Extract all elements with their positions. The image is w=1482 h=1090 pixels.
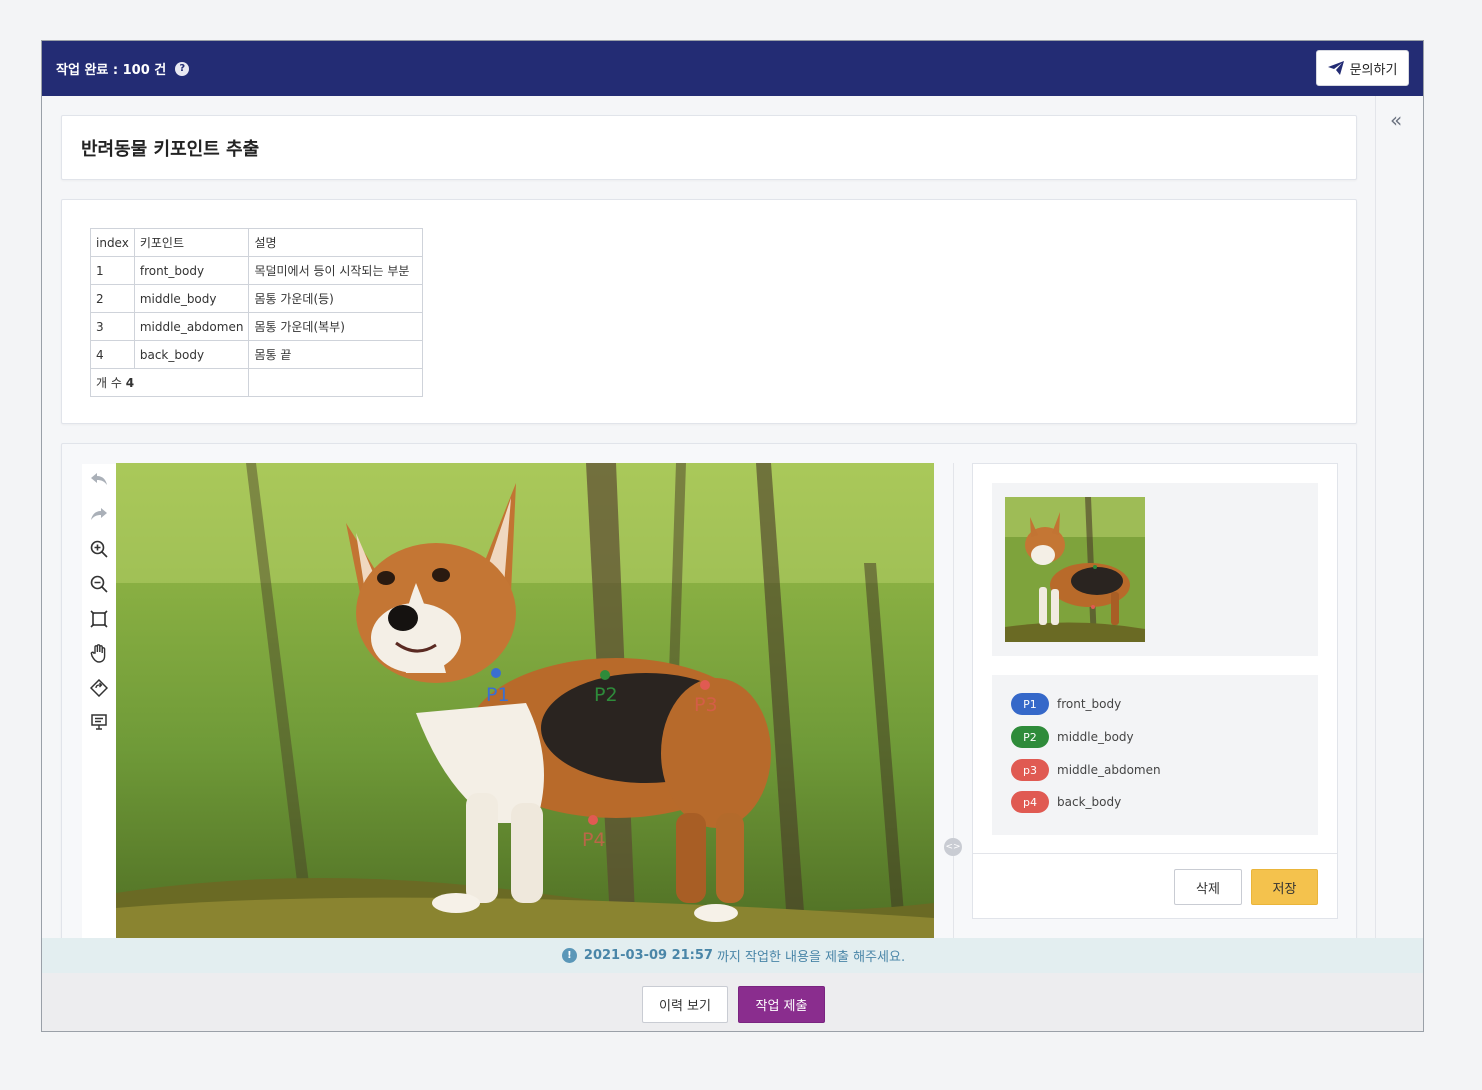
table-count-row: 개 수 4: [89, 368, 424, 397]
reset-rotate-icon[interactable]: [89, 678, 109, 698]
legend-label: back_body: [1057, 795, 1122, 809]
right-rail: «: [1375, 96, 1423, 1031]
inquiry-label: 문의하기: [1349, 62, 1398, 78]
save-button[interactable]: 저장: [1251, 869, 1318, 905]
annotation-canvas[interactable]: P1 P2 P3 P4: [116, 463, 934, 939]
page-title: 반려동물 키포인트 추출: [81, 138, 260, 160]
table-row: 4 back_body 몸통 끝: [90, 340, 424, 369]
thumbnail-area: [992, 483, 1318, 656]
keypoint-legend: P1 front_body P2 middle_body p3 middle_a…: [992, 675, 1318, 835]
view-history-button[interactable]: 이력 보기: [642, 986, 728, 1023]
main-area: 반려동물 키포인트 추출 index 키포인트 설명 1 front_body …: [42, 96, 1376, 1031]
image-thumbnail[interactable]: [1005, 497, 1145, 642]
panel-divider: [953, 463, 954, 939]
canvas-point-label: P4: [582, 829, 606, 851]
dog-photo: P1 P2 P3 P4: [116, 463, 934, 939]
fit-screen-icon[interactable]: [89, 609, 109, 629]
column-header: 키포인트: [133, 228, 250, 257]
legend-item-back-body[interactable]: p4 back_body: [1011, 791, 1121, 813]
table-cell: back_body: [133, 340, 250, 369]
table-row: 2 middle_body 몸통 가운데(등): [90, 284, 424, 313]
count-cell: 개 수 4: [89, 368, 250, 397]
count-label: 개 수: [96, 376, 122, 390]
table-cell: 3: [90, 312, 135, 341]
footer-bar: 이력 보기 작업 제출: [42, 973, 1423, 1031]
inquiry-button[interactable]: 문의하기: [1316, 50, 1409, 86]
legend-item-middle-body[interactable]: P2 middle_body: [1011, 726, 1134, 748]
keypoint-table-card: index 키포인트 설명 1 front_body 목덜미에서 등이 시작되는…: [61, 199, 1357, 424]
table-cell: middle_body: [133, 284, 250, 313]
info-icon: !: [561, 948, 577, 963]
deadline-message: 까지 작업한 내용을 제출 해주세요.: [716, 950, 906, 965]
keypoint-badge: P2: [1011, 726, 1049, 748]
count-value: 4: [125, 376, 135, 390]
legend-label: front_body: [1057, 697, 1122, 711]
deadline-date: 2021-03-09 21:57: [583, 948, 713, 963]
legend-label: middle_abdomen: [1057, 763, 1161, 777]
table-cell: 2: [90, 284, 135, 313]
table-cell: middle_abdomen: [133, 312, 250, 341]
collapse-panel-icon[interactable]: «: [1390, 110, 1402, 130]
canvas-point-label: P2: [594, 684, 618, 706]
redo-icon[interactable]: [89, 504, 109, 524]
canvas-point-label: P3: [694, 694, 718, 716]
legend-label: middle_body: [1057, 730, 1134, 744]
undo-icon[interactable]: [89, 469, 109, 489]
presentation-icon[interactable]: [89, 712, 109, 732]
top-bar: 작업 완료 : 100 건 ? 문의하기: [42, 41, 1423, 96]
table-cell: front_body: [133, 256, 250, 285]
legend-item-middle-abdomen[interactable]: p3 middle_abdomen: [1011, 759, 1161, 781]
column-header: index: [90, 228, 135, 257]
legend-item-front-body[interactable]: P1 front_body: [1011, 693, 1121, 715]
table-header-row: index 키포인트 설명: [90, 228, 424, 257]
zoom-in-icon[interactable]: [89, 539, 109, 559]
app-window: 작업 완료 : 100 건 ? 문의하기 반려동물 키포인트 추출 index …: [41, 40, 1424, 1032]
zoom-out-icon[interactable]: [89, 574, 109, 594]
table-row: 3 middle_abdomen 몸통 가운데(복부): [90, 312, 424, 341]
resize-handle-icon[interactable]: <>: [944, 838, 962, 856]
send-icon: [1327, 61, 1344, 75]
keypoint-badge: p4: [1011, 791, 1049, 813]
deadline-notice: ! 2021-03-09 21:57 까지 작업한 내용을 제출 해주세요.: [42, 938, 1423, 973]
canvas-point-label: P1: [486, 684, 510, 706]
table-cell: 1: [90, 256, 135, 285]
annotation-toolbar: [82, 464, 116, 939]
table-row: 1 front_body 목덜미에서 등이 시작되는 부분: [90, 256, 424, 285]
table-cell: 몸통 가운데(복부): [248, 312, 424, 341]
delete-button[interactable]: 삭제: [1174, 869, 1242, 905]
panel-separator: [973, 853, 1337, 854]
submit-work-button[interactable]: 작업 제출: [738, 986, 825, 1023]
table-cell: 몸통 끝: [248, 340, 424, 369]
keypoint-side-panel: P1 front_body P2 middle_body p3 middle_a…: [972, 463, 1338, 919]
keypoint-table: index 키포인트 설명 1 front_body 목덜미에서 등이 시작되는…: [89, 228, 424, 397]
table-cell: 4: [90, 340, 135, 369]
title-card: 반려동물 키포인트 추출: [61, 115, 1357, 180]
completed-count: 작업 완료 : 100 건: [56, 63, 167, 78]
table-cell: 몸통 가운데(등): [248, 284, 424, 313]
table-cell: 목덜미에서 등이 시작되는 부분: [248, 256, 424, 285]
table-cell: [248, 368, 424, 397]
pan-hand-icon[interactable]: [89, 644, 109, 664]
column-header: 설명: [248, 228, 424, 257]
help-icon[interactable]: ?: [175, 61, 190, 76]
keypoint-badge: P1: [1011, 693, 1049, 715]
keypoint-badge: p3: [1011, 759, 1049, 781]
annotation-workspace: P1 P2 P3 P4 <> P1 front_body P2 middle_b…: [61, 443, 1357, 1003]
